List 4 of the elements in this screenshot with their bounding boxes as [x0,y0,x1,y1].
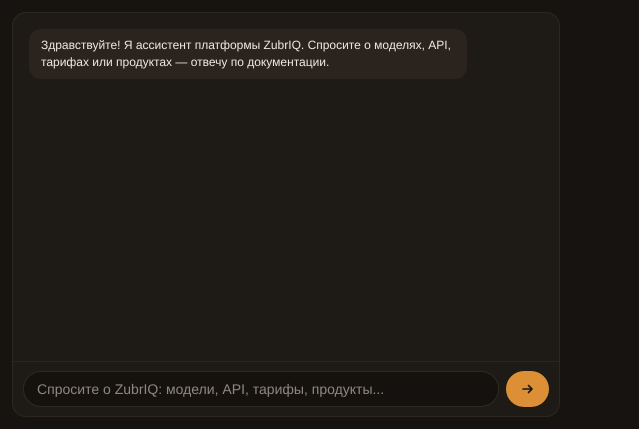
assistant-message: Здравствуйте! Я ассистент платформы ZubrIQ. Спросите о моделях, API, тарифах или продуктах — отвечу по документации. [29,29,467,79]
arrow-right-icon [522,383,534,395]
send-button[interactable] [506,371,549,407]
message-input[interactable]: Спросите о ZubrIQ: модели, API, тарифы, продукты... [23,371,500,407]
